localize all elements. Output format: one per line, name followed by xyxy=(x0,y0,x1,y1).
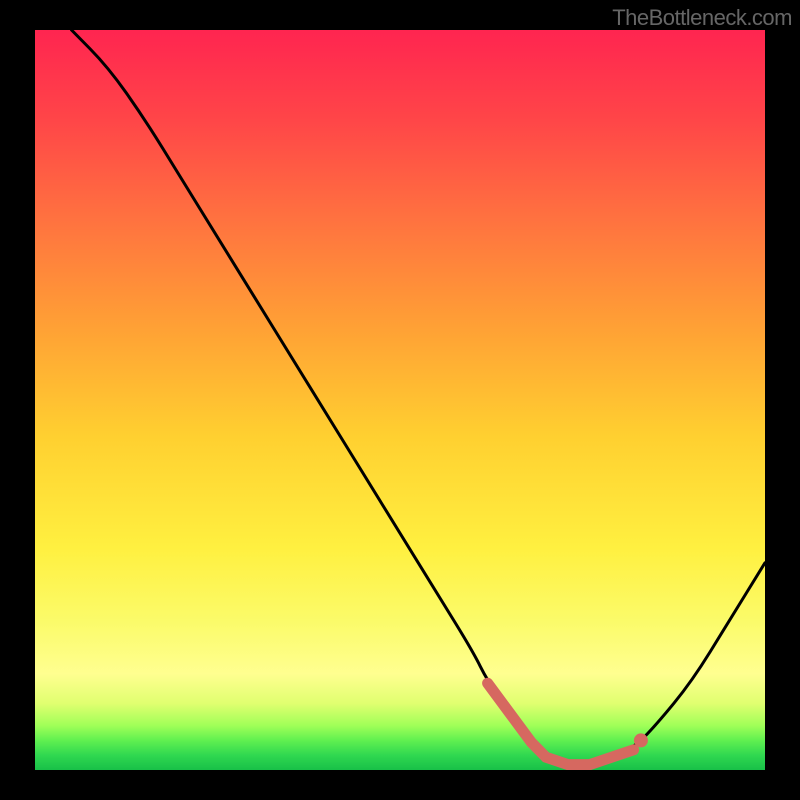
gradient-background xyxy=(35,30,765,770)
chart-plot-area xyxy=(35,30,765,770)
chart-container: TheBottleneck.com xyxy=(0,0,800,800)
watermark-text: TheBottleneck.com xyxy=(612,5,792,31)
